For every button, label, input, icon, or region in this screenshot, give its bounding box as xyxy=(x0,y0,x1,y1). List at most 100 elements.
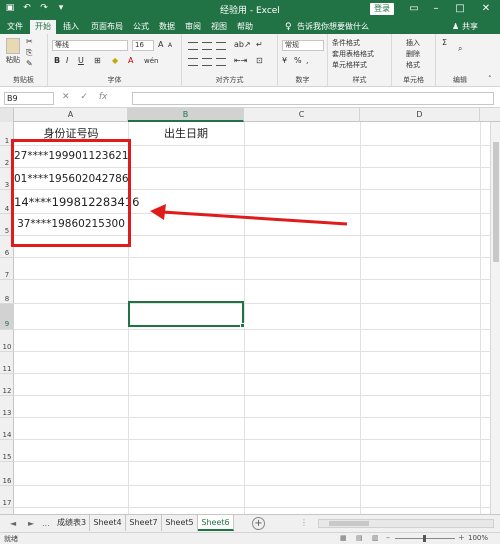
sheet-tab-active[interactable]: Sheet6 xyxy=(198,515,234,531)
sheet-more[interactable]: ... xyxy=(42,519,50,528)
login-button[interactable]: 登录 xyxy=(370,3,394,15)
tab-help[interactable]: 帮助 xyxy=(234,20,256,34)
zoom-level[interactable]: 100% xyxy=(468,534,488,542)
paste-button[interactable]: 粘贴 xyxy=(6,55,20,65)
align-right-icon[interactable] xyxy=(216,58,226,66)
alignment-label: 对齐方式 xyxy=(215,76,244,84)
align-bottom-icon[interactable] xyxy=(216,42,226,50)
worksheet-grid[interactable]: A B C D 1 2 3 4 5 6 7 8 9 10 11 12 13 14 15 16 17 身份证号码 … xyxy=(0,108,500,514)
maximize-icon[interactable]: □ xyxy=(452,1,468,17)
confirm-icon[interactable]: ✓ xyxy=(80,92,88,102)
merge-center-icon[interactable]: ⊡ xyxy=(256,56,263,66)
align-middle-icon[interactable] xyxy=(202,42,212,50)
tell-me-box[interactable]: 告诉我你想要做什么 xyxy=(297,20,369,34)
font-size-select[interactable]: 16 xyxy=(132,40,154,51)
wrap-text-icon[interactable]: ↵ xyxy=(256,40,263,50)
tab-data[interactable]: 数据 xyxy=(156,20,178,34)
percent-icon[interactable]: % xyxy=(294,56,302,66)
zoom-in-icon[interactable]: + xyxy=(458,533,465,543)
tab-review[interactable]: 审阅 xyxy=(182,20,204,34)
formula-input[interactable] xyxy=(132,92,494,105)
align-left-icon[interactable] xyxy=(188,58,198,66)
underline-button[interactable]: U xyxy=(78,56,84,66)
sheet-tab-1[interactable]: 成绩表3 xyxy=(54,515,90,531)
orientation-icon[interactable]: ab↗ xyxy=(234,40,251,50)
tab-view[interactable]: 视图 xyxy=(208,20,230,34)
add-sheet-button[interactable]: + xyxy=(252,517,265,530)
sheet-tab-4[interactable]: Sheet5 xyxy=(162,515,198,531)
grow-font-icon[interactable]: A xyxy=(158,40,163,50)
zoom-slider-knob[interactable] xyxy=(423,535,426,542)
title-bar: ▣ ↶ ↷ ▾ 经验用 - Excel 登录 ▭ – □ ✕ xyxy=(0,0,500,18)
vertical-scroll-thumb[interactable] xyxy=(493,142,499,262)
tab-page-layout[interactable]: 页面布局 xyxy=(88,20,126,34)
font-color-icon[interactable]: A xyxy=(128,56,133,66)
split-handle-icon[interactable]: ⋮ xyxy=(300,518,308,528)
active-cell-b9[interactable] xyxy=(128,301,244,327)
tab-home[interactable]: 开始 xyxy=(30,20,56,34)
find-select-icon[interactable]: ⌕ xyxy=(458,44,462,54)
currency-icon[interactable]: ¥ xyxy=(282,56,287,66)
sheet-nav-prev-icon[interactable]: ◄ xyxy=(10,519,16,528)
formula-bar: B9 ✕ ✓ fx xyxy=(0,88,500,108)
conditional-format-button[interactable]: 条件格式 xyxy=(332,38,360,48)
paste-icon[interactable] xyxy=(6,38,20,54)
indent-icon[interactable]: ⇤⇥ xyxy=(234,56,247,66)
styles-group: 条件格式 套用表格格式 单元格样式 样式 xyxy=(328,34,392,87)
sheet-tab-3[interactable]: Sheet7 xyxy=(126,515,162,531)
cancel-icon[interactable]: ✕ xyxy=(62,92,70,102)
cells-label: 单元格 xyxy=(403,76,424,84)
number-format-select[interactable]: 常规 xyxy=(282,40,324,51)
italic-button[interactable]: I xyxy=(66,56,68,66)
collapse-ribbon-icon[interactable]: ˄ xyxy=(488,74,492,84)
sheet-nav-next-icon[interactable]: ► xyxy=(28,519,34,528)
tab-formulas[interactable]: 公式 xyxy=(130,20,152,34)
cell-styles-button[interactable]: 单元格样式 xyxy=(332,60,367,70)
font-group: 等线 16 A A B I U ⊞ ◆ A wén 字体 xyxy=(48,34,182,87)
format-cells-button[interactable]: 格式 xyxy=(406,60,420,70)
copy-icon[interactable]: ⎘ xyxy=(26,48,32,58)
fill-handle[interactable] xyxy=(240,323,245,328)
normal-view-icon[interactable]: ▦ xyxy=(340,533,347,543)
insert-function-icon[interactable]: fx xyxy=(99,92,108,102)
tab-insert[interactable]: 插入 xyxy=(60,20,82,34)
share-icon: ♟ xyxy=(452,22,460,31)
tab-file[interactable]: 文件 xyxy=(4,20,26,34)
insert-cells-button[interactable]: 插入 xyxy=(406,38,420,48)
bold-button[interactable]: B xyxy=(54,56,60,66)
align-top-icon[interactable] xyxy=(188,42,198,50)
sheet-tab-bar: ◄ ► ... 成绩表3 Sheet4 Sheet7 Sheet5 Sheet6… xyxy=(0,514,500,532)
shrink-font-icon[interactable]: A xyxy=(168,41,172,51)
undo-icon[interactable]: ↶ xyxy=(21,2,33,14)
editing-label: 编辑 xyxy=(453,76,467,84)
redo-icon[interactable]: ↷ xyxy=(38,2,50,14)
ribbon-display-icon[interactable]: ▭ xyxy=(406,1,422,17)
formula-icons: ✕ ✓ fx xyxy=(62,92,107,102)
close-icon[interactable]: ✕ xyxy=(478,1,494,17)
vertical-scrollbar[interactable] xyxy=(490,122,500,514)
page-break-view-icon[interactable]: ▥ xyxy=(372,533,379,543)
horizontal-scroll-thumb[interactable] xyxy=(329,521,369,526)
phonetic-icon[interactable]: wén xyxy=(144,56,158,66)
cut-icon[interactable]: ✂ xyxy=(26,37,33,47)
name-box[interactable]: B9 xyxy=(4,92,54,105)
delete-cells-button[interactable]: 删除 xyxy=(406,49,420,59)
minimize-icon[interactable]: – xyxy=(428,1,444,17)
comma-icon[interactable]: , xyxy=(306,56,309,66)
format-as-table-button[interactable]: 套用表格格式 xyxy=(332,49,374,59)
save-icon[interactable]: ▣ xyxy=(4,2,16,14)
align-center-icon[interactable] xyxy=(202,58,212,66)
sheet-tab-2[interactable]: Sheet4 xyxy=(90,515,126,531)
fill-color-icon[interactable]: ◆ xyxy=(112,56,118,66)
borders-icon[interactable]: ⊞ xyxy=(94,56,101,66)
status-bar: 就绪 ▦ ▤ ▥ – + 100% xyxy=(0,532,500,544)
share-button[interactable]: 共享 xyxy=(462,20,478,34)
horizontal-scrollbar[interactable] xyxy=(318,519,494,528)
page-layout-view-icon[interactable]: ▤ xyxy=(356,533,363,543)
format-painter-icon[interactable]: ✎ xyxy=(26,59,33,69)
zoom-out-icon[interactable]: – xyxy=(386,533,390,543)
customize-icon[interactable]: ▾ xyxy=(55,2,67,14)
autosum-icon[interactable]: Σ xyxy=(442,38,447,48)
red-arrow-head xyxy=(150,204,166,220)
font-name-select[interactable]: 等线 xyxy=(52,40,128,51)
